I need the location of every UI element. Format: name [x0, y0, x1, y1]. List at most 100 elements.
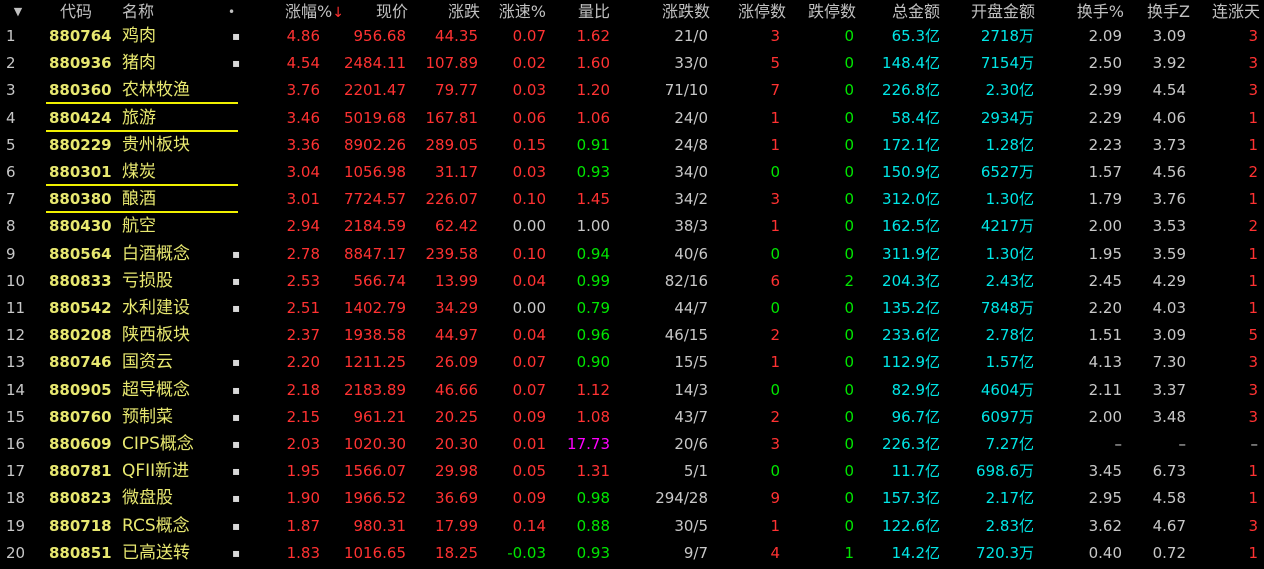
speed-cell: 0.14 — [512, 516, 546, 535]
change-pct-cell: 2.03 — [286, 435, 320, 453]
limit-up-cell: 1 — [770, 516, 780, 535]
table-row[interactable]: 10 880833 亏损股 ▪ 2.53 566.74 13.99 0.04 0.99 82/16… — [0, 268, 1264, 295]
open-amount-cell: 2934万 — [980, 108, 1034, 127]
name-cell: QFII新进 — [122, 461, 190, 482]
header-turnover[interactable]: 换手% — [1068, 0, 1124, 24]
price-cell: 961.21 — [353, 407, 407, 426]
vol-ratio-cell: 0.96 — [576, 326, 610, 345]
table-row[interactable]: 7 880380 酿酒 3.01 7724.57 226.07 0.10 1.45 34/2 3 0… — [0, 186, 1264, 214]
code-cell: 880781 — [49, 462, 112, 481]
header-consec-up[interactable]: 连涨天 — [1200, 0, 1260, 24]
change-pct-cell: 2.53 — [286, 271, 320, 290]
header-vol-ratio[interactable]: 量比 — [570, 0, 610, 24]
table-row[interactable]: 11 880542 水利建设 ▪ 2.51 1402.79 34.29 0.00 0.79 44/… — [0, 295, 1264, 322]
change-cell: 44.35 — [435, 27, 478, 45]
consec-up-cell: 5 — [1248, 326, 1258, 345]
limit-up-cell: 4 — [770, 543, 780, 562]
up-down-count-cell: 40/6 — [674, 244, 708, 263]
table-row[interactable]: 17 880781 QFII新进 ▪ 1.95 1566.07 29.98 0.05 1.31 5… — [0, 458, 1264, 485]
up-down-count-cell: 5/1 — [683, 462, 708, 481]
header-turnover-z[interactable]: 换手Z — [1140, 0, 1190, 24]
name-cell: CIPS概念 — [122, 434, 194, 454]
header-up-down-count[interactable]: 涨跌数 — [650, 0, 710, 24]
row-index: 16 — [6, 435, 26, 453]
change-cell: 289.05 — [425, 135, 479, 154]
code-cell: 880764 — [49, 27, 112, 45]
header-change-pct[interactable]: 涨幅%↓ — [258, 0, 344, 24]
turnover-z-cell: 4.56 — [1152, 163, 1186, 181]
header-change[interactable]: 涨跌 — [420, 0, 480, 24]
table-row[interactable]: 2 880936 猪肉 ▪ 4.54 2484.11 107.89 0.02 1.60 33/0 5… — [0, 50, 1264, 77]
total-amount-cell: 226.8亿 — [882, 81, 940, 100]
table-row[interactable]: 8 880430 航空 2.94 2184.59 62.42 0.00 1.00 38/3 1 0 1… — [0, 213, 1264, 240]
header-open-amount[interactable]: 开盘金额 — [955, 0, 1035, 24]
mark-icon: ▪ — [232, 518, 241, 533]
limit-down-cell: 0 — [844, 407, 854, 426]
limit-up-cell: 1 — [770, 353, 780, 372]
name-cell: 农林牧渔 — [122, 80, 190, 101]
code-cell: 880430 — [49, 217, 112, 236]
limit-down-cell: 0 — [844, 326, 854, 345]
header-speed[interactable]: 涨速% — [486, 0, 546, 24]
table-row[interactable]: 5 880229 贵州板块 3.36 8902.26 289.05 0.15 0.91 24/8… — [0, 132, 1264, 159]
price-cell: 566.74 — [353, 271, 407, 290]
change-pct-cell: 3.04 — [286, 163, 320, 181]
table-row[interactable]: 9 880564 白酒概念 ▪ 2.78 8847.17 239.58 0.10 0.94 40/… — [0, 241, 1264, 268]
table-row[interactable]: 14 880905 超导概念 ▪ 2.18 2183.89 46.66 0.07 1.12 14/… — [0, 377, 1264, 404]
vol-ratio-cell: 1.60 — [576, 54, 610, 73]
table-row[interactable]: 19 880718 RCS概念 ▪ 1.87 980.31 17.99 0.14 0.88 30/… — [0, 513, 1264, 540]
header-price[interactable]: 现价 — [340, 0, 408, 24]
limit-down-cell: 0 — [844, 54, 854, 73]
consec-up-cell: 3 — [1248, 54, 1258, 73]
table-row[interactable]: 20 880851 已高送转 ▪ 1.83 1016.65 18.25 -0.03 0.93 9/… — [0, 540, 1264, 567]
limit-up-cell: 3 — [770, 435, 780, 453]
price-cell: 7724.57 — [343, 190, 406, 209]
open-amount-cell: 1.57亿 — [985, 353, 1034, 372]
price-cell: 1211.25 — [343, 353, 406, 372]
header-total-amount[interactable]: 总金额 — [880, 0, 940, 24]
speed-cell: 0.03 — [512, 163, 546, 181]
table-row[interactable]: 3 880360 农林牧渔 3.76 2201.47 79.77 0.03 1.20 71/10… — [0, 77, 1264, 105]
table-row[interactable]: 15 880760 预制菜 ▪ 2.15 961.21 20.25 0.09 1.08 43/7 2… — [0, 404, 1264, 431]
code-cell: 880936 — [49, 54, 112, 73]
sector-quote-table: ▼ 代码 名称 • 涨幅%↓ 现价 涨跌 涨速% 量比 涨跌数 涨停数 跌停数 … — [0, 0, 1264, 569]
speed-cell: 0.00 — [512, 299, 546, 317]
turnover-z-cell: 3.09 — [1152, 326, 1186, 345]
turnover-cell: 2.23 — [1088, 135, 1122, 154]
table-row[interactable]: 4 880424 旅游 3.46 5019.68 167.81 0.06 1.06 24/0 1 0… — [0, 105, 1264, 132]
header-limit-down[interactable]: 跌停数 — [792, 0, 856, 24]
header-limit-up[interactable]: 涨停数 — [720, 0, 786, 24]
column-menu-triangle-icon[interactable]: ▼ — [10, 0, 26, 24]
limit-down-cell: 0 — [844, 190, 854, 209]
change-pct-cell: 2.51 — [286, 299, 320, 317]
change-pct-cell: 2.94 — [286, 217, 320, 236]
consec-up-cell: 1 — [1248, 190, 1258, 209]
up-down-count-cell: 34/0 — [674, 163, 708, 181]
header-code[interactable]: 代码 — [60, 0, 92, 24]
consec-up-cell: 2 — [1248, 163, 1258, 181]
name-cell: RCS概念 — [122, 515, 190, 536]
table-row[interactable]: 12 880208 陕西板块 2.37 1938.58 44.97 0.04 0.96 46/1… — [0, 322, 1264, 349]
turnover-z-cell: 4.67 — [1152, 516, 1186, 535]
vol-ratio-cell: 0.93 — [576, 163, 610, 181]
header-name[interactable]: 名称 — [122, 0, 154, 24]
table-row[interactable]: 13 880746 国资云 ▪ 2.20 1211.25 26.09 0.07 0.90 15/5… — [0, 349, 1264, 376]
row-index: 10 — [6, 271, 26, 290]
table-row[interactable]: 18 880823 微盘股 ▪ 1.90 1966.52 36.69 0.09 0.98 294/… — [0, 485, 1264, 512]
open-amount-cell: 2.78亿 — [985, 326, 1034, 345]
up-down-count-cell: 24/0 — [674, 108, 708, 127]
speed-cell: 0.15 — [512, 135, 546, 154]
header-mark[interactable]: • — [228, 0, 235, 24]
turnover-cell: 2.45 — [1088, 271, 1122, 290]
change-cell: 239.58 — [425, 244, 479, 263]
table-row[interactable]: 16 880609 CIPS概念 ▪ 2.03 1020.30 20.30 0.01 17.73… — [0, 431, 1264, 458]
table-row[interactable]: 6 880301 煤炭 3.04 1056.98 31.17 0.03 0.93 34/0 0 0 1… — [0, 159, 1264, 186]
total-amount-cell: 135.2亿 — [882, 299, 940, 317]
row-index: 14 — [6, 380, 26, 399]
consec-up-cell: 1 — [1248, 271, 1258, 290]
change-pct-cell: 1.87 — [286, 516, 320, 535]
consec-up-cell: 1 — [1248, 244, 1258, 263]
table-row[interactable]: 1 880764 鸡肉 ▪ 4.86 956.68 44.35 0.07 1.62 21/0 3 0 6… — [0, 23, 1264, 50]
name-cell: 猪肉 — [122, 53, 156, 74]
change-cell: 62.42 — [435, 217, 478, 236]
